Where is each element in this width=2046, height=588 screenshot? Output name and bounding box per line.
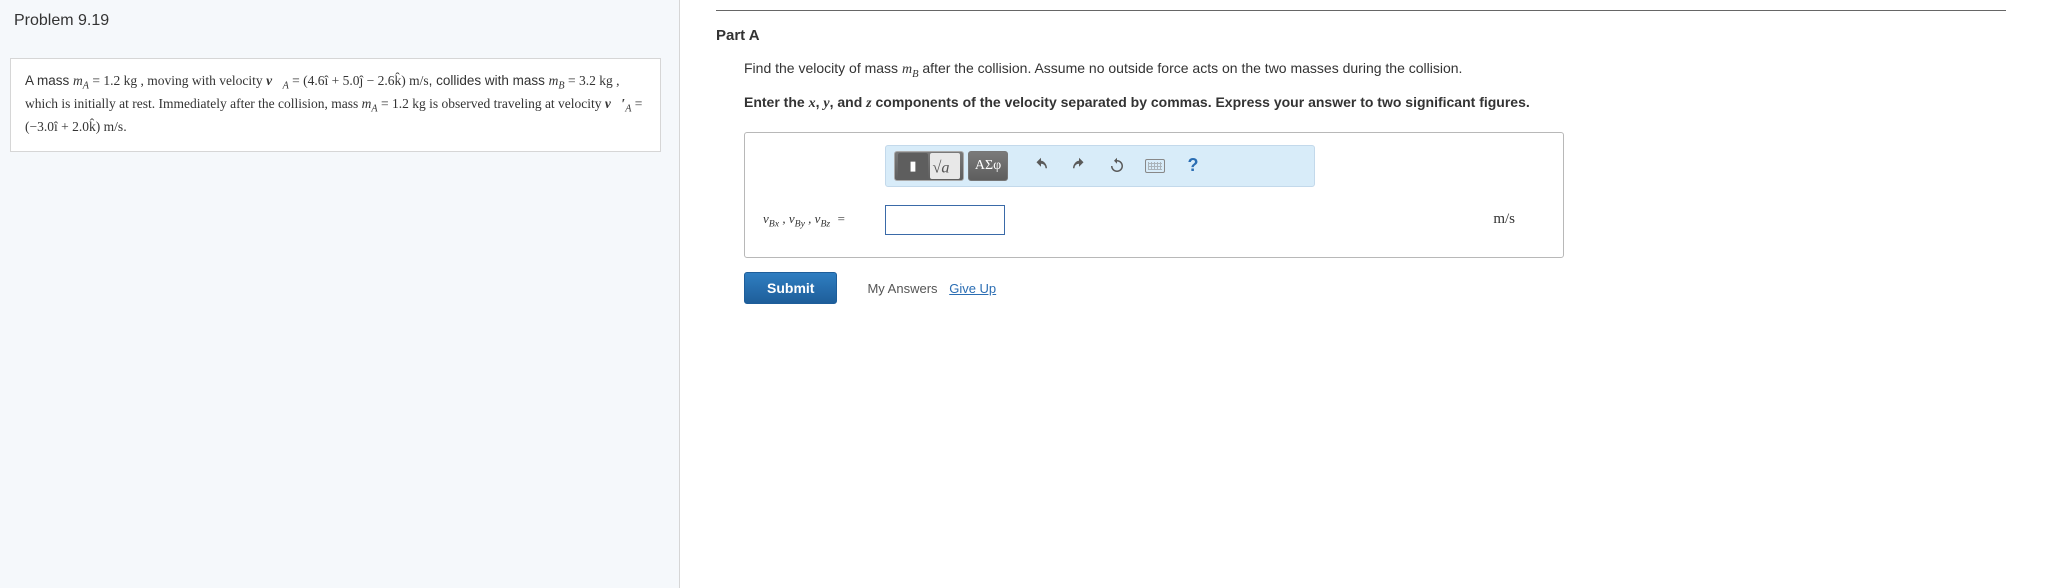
template-icon: ▮ <box>898 153 928 179</box>
sym-mB: mB <box>902 62 919 77</box>
reset-button[interactable] <box>1100 151 1134 181</box>
my-answers-label: My Answers <box>867 281 937 296</box>
radical-icon: √a <box>930 153 960 179</box>
text: = 1.2 kg is observed traveling at veloci… <box>378 96 605 111</box>
problem-title: Problem 9.19 <box>10 12 661 30</box>
svg-text:√a: √a <box>933 158 950 176</box>
answer-panel: Part A Find the velocity of mass mB afte… <box>680 0 2046 588</box>
greek-button[interactable]: ΑΣφ <box>968 151 1008 181</box>
give-up-link[interactable]: Give Up <box>949 281 996 296</box>
answer-row: vBx , vBy , vBz = m/s <box>745 199 1563 239</box>
answer-label: vBx , vBy , vBz = <box>763 211 885 230</box>
sym-mA: mA <box>73 73 89 88</box>
problem-panel: Problem 9.19 A mass mA = 1.2 kg , moving… <box>0 0 680 588</box>
redo-button[interactable] <box>1062 151 1096 181</box>
instruction-find: Find the velocity of mass mB after the c… <box>744 60 2006 80</box>
part-title: Part A <box>716 27 2006 44</box>
keyboard-icon <box>1145 159 1165 173</box>
eq-vA: = (4.6î + 5.0ĵ − 2.6k̂) m/s <box>289 73 429 88</box>
undo-button[interactable] <box>1024 151 1058 181</box>
answer-unit: m/s <box>1493 211 1515 228</box>
sym-vAprime: v⃗′A <box>605 96 631 111</box>
problem-statement: A mass mA = 1.2 kg , moving with velocit… <box>10 58 661 152</box>
templates-button[interactable]: ▮ √a <box>894 151 964 181</box>
text: . <box>123 119 127 134</box>
text: = 1.2 kg , moving with velocity <box>89 73 266 88</box>
answer-input[interactable] <box>885 205 1005 235</box>
help-button[interactable]: ? <box>1176 151 1210 181</box>
text: A mass <box>25 73 73 88</box>
sym-vA: v⃗A <box>266 73 289 88</box>
answer-links: My Answers Give Up <box>867 280 996 296</box>
answer-box: ▮ √a ΑΣφ ? <box>744 132 1564 258</box>
divider <box>716 10 2006 11</box>
instruction-format: Enter the x, y, and z components of the … <box>744 94 2006 112</box>
part-body: Find the velocity of mass mB after the c… <box>716 60 2006 304</box>
submit-button[interactable]: Submit <box>744 272 837 304</box>
sym-mB: mB <box>549 73 565 88</box>
button-row: Submit My Answers Give Up <box>744 272 2006 304</box>
text: , collides with mass <box>429 73 549 88</box>
sym-mA2: mA <box>362 96 378 111</box>
keyboard-button[interactable] <box>1138 151 1172 181</box>
equation-toolbar: ▮ √a ΑΣφ ? <box>885 145 1315 187</box>
